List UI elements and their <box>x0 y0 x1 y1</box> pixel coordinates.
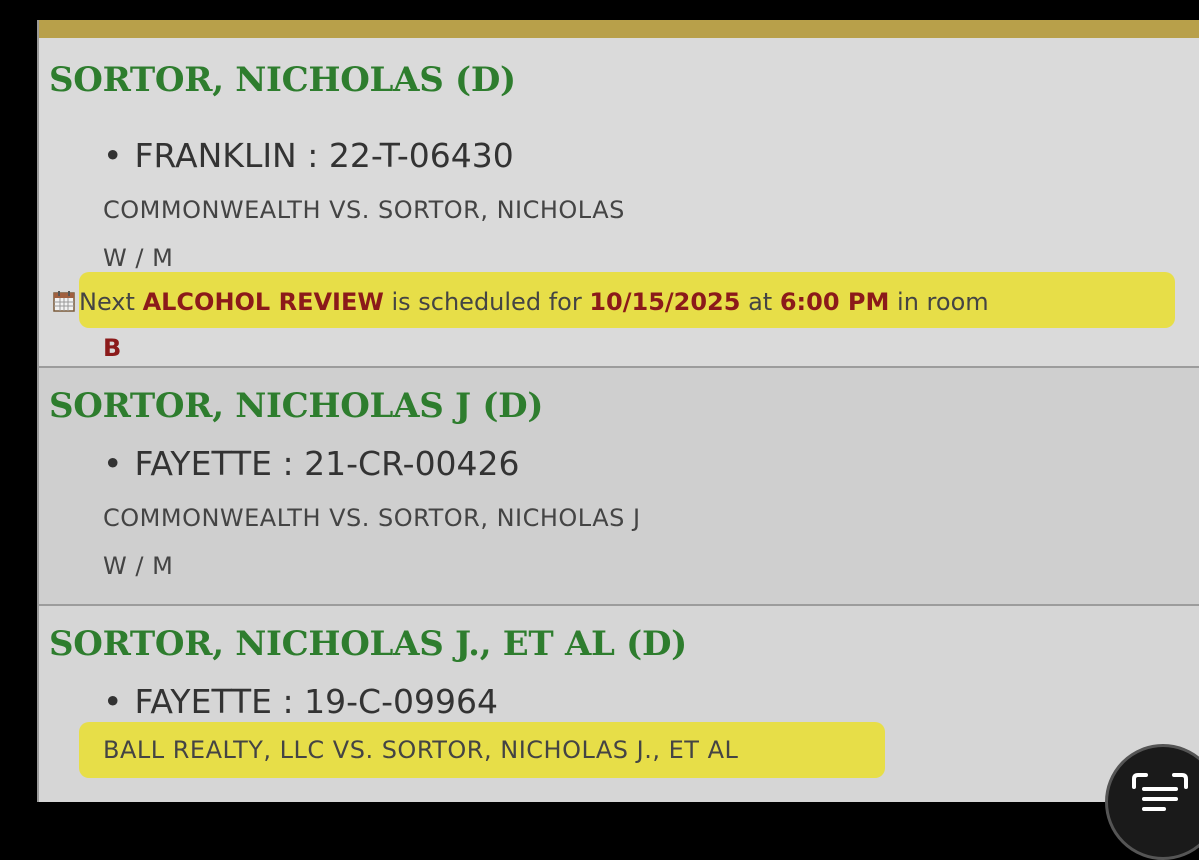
case-title: BALL REALTY, LLC VS. SORTOR, NICHOLAS J.… <box>103 736 738 764</box>
schedule-time: 6:00 PM <box>780 288 890 316</box>
result-record: SORTOR, NICHOLAS J (D) • FAYETTE : 21-CR-… <box>39 368 1199 606</box>
party-name-link[interactable]: SORTOR, NICHOLAS J (D) <box>49 386 543 426</box>
party-name-link[interactable]: SORTOR, NICHOLAS J., ET AL (D) <box>49 624 687 664</box>
demographics: W / M <box>103 552 173 580</box>
schedule-prefix: Next <box>79 288 135 316</box>
party-name-link[interactable]: SORTOR, NICHOLAS (D) <box>49 60 516 100</box>
bullet: • <box>103 444 122 483</box>
schedule-room-text: in room <box>897 288 989 316</box>
schedule-event: ALCOHOL REVIEW <box>143 288 384 316</box>
result-record: SORTOR, NICHOLAS (D) • FRANKLIN : 22-T-06… <box>39 38 1199 368</box>
schedule-room: B <box>103 334 121 362</box>
demographics: W / M <box>103 244 173 272</box>
schedule-notice: Next ALCOHOL REVIEW is scheduled for 10/… <box>53 288 989 316</box>
text-scan-icon <box>1130 771 1190 821</box>
header-bar <box>39 20 1199 38</box>
result-record: SORTOR, NICHOLAS J., ET AL (D) • FAYETTE … <box>39 606 1199 802</box>
case-title: COMMONWEALTH VS. SORTOR, NICHOLAS J <box>103 504 641 532</box>
case-number[interactable]: FRANKLIN : 22-T-06430 <box>134 136 513 175</box>
case-number[interactable]: FAYETTE : 19-C-09964 <box>134 682 497 721</box>
search-results-panel: SORTOR, NICHOLAS (D) • FRANKLIN : 22-T-06… <box>37 20 1199 802</box>
bullet: • <box>103 682 122 721</box>
schedule-date: 10/15/2025 <box>589 288 740 316</box>
case-number[interactable]: FAYETTE : 21-CR-00426 <box>134 444 519 483</box>
schedule-mid: is scheduled for <box>391 288 581 316</box>
schedule-at: at <box>748 288 772 316</box>
case-number-line[interactable]: • FAYETTE : 19-C-09964 <box>103 682 498 721</box>
calendar-icon <box>53 290 75 312</box>
bullet: • <box>103 136 122 175</box>
case-number-line[interactable]: • FRANKLIN : 22-T-06430 <box>103 136 514 175</box>
case-number-line[interactable]: • FAYETTE : 21-CR-00426 <box>103 444 520 483</box>
case-title: COMMONWEALTH VS. SORTOR, NICHOLAS <box>103 196 625 224</box>
